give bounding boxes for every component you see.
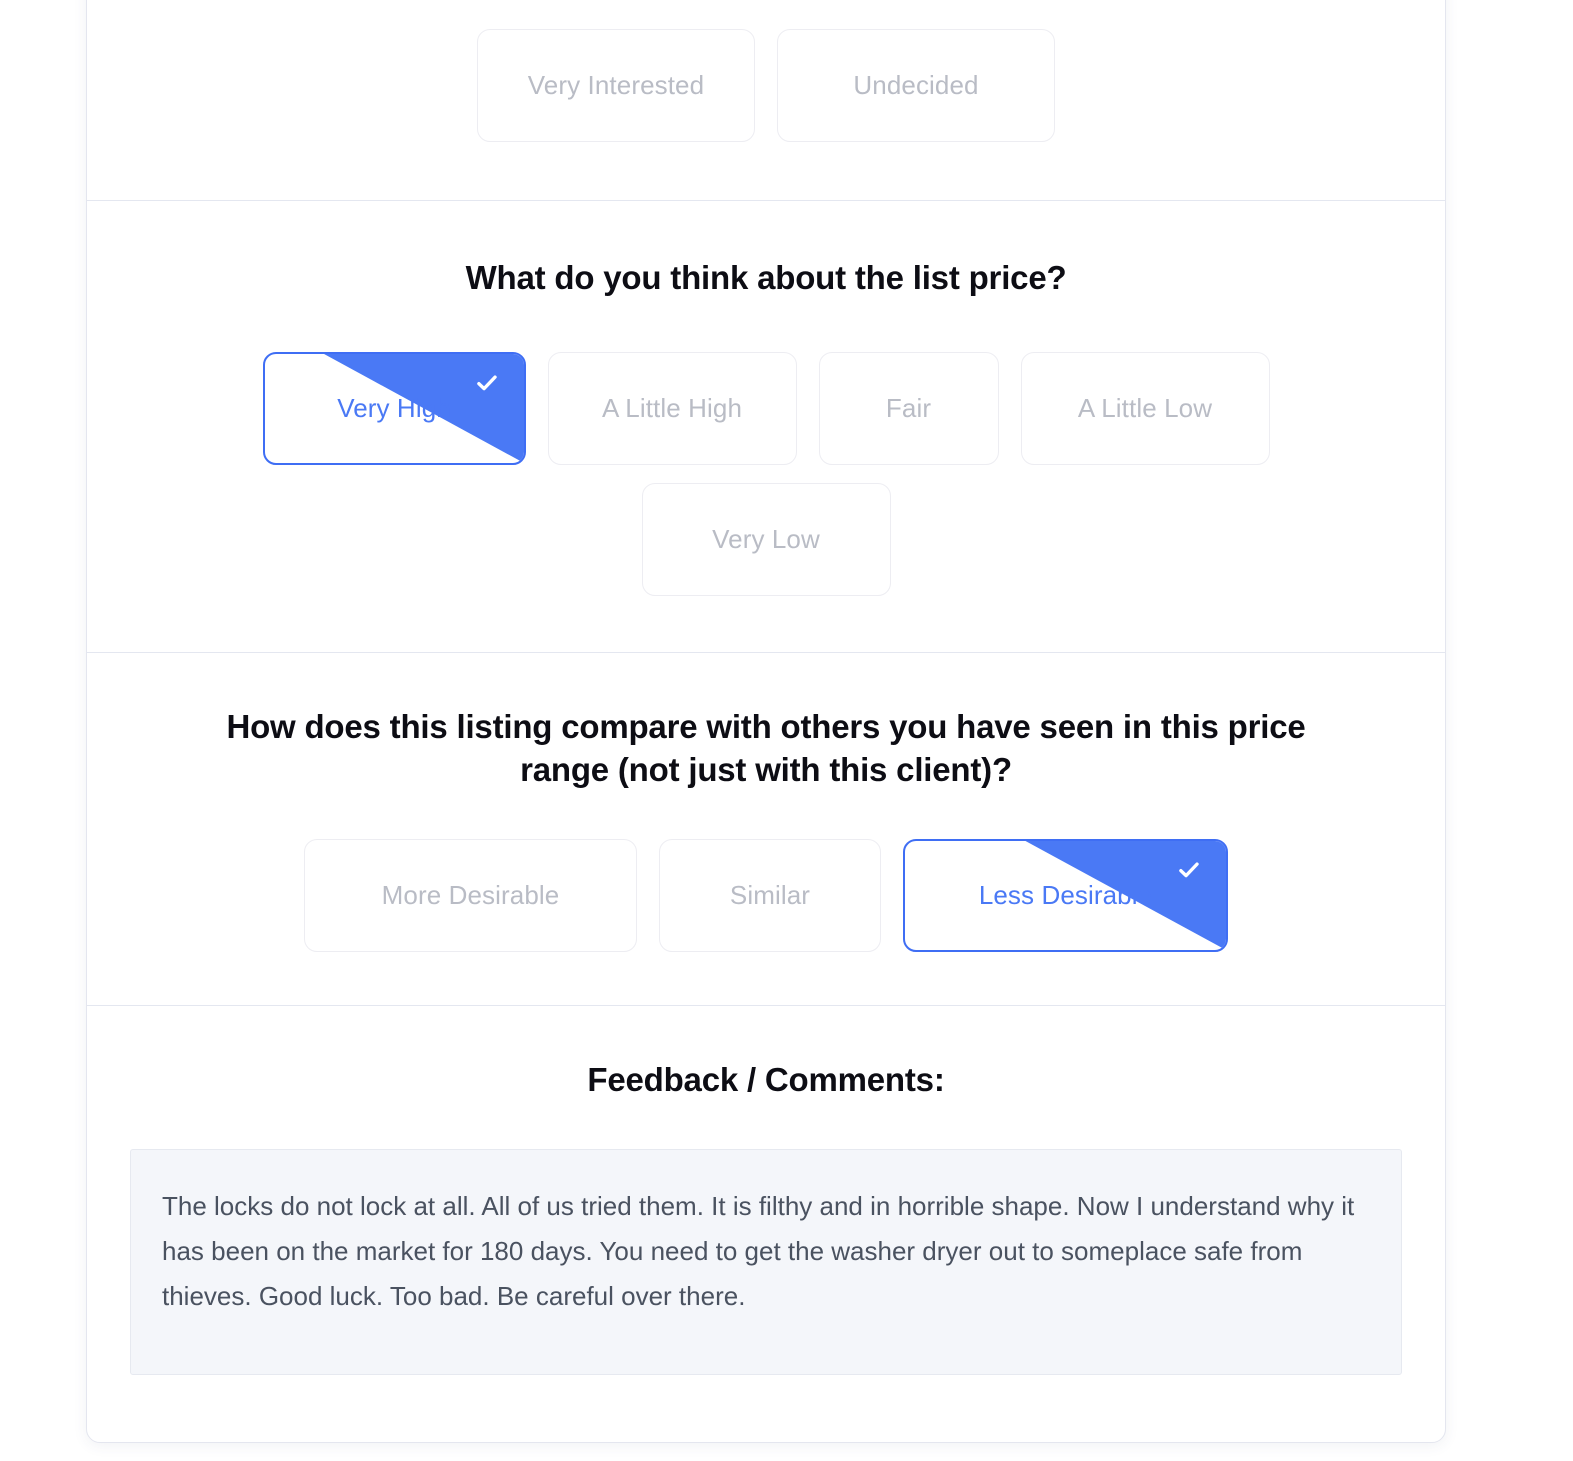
option-less-desirable[interactable]: Less Desirable (903, 838, 1228, 952)
option-label: More Desirable (381, 879, 560, 910)
check-icon (476, 375, 497, 390)
option-very-high[interactable]: Very High (262, 351, 526, 465)
option-label: Very Interested (527, 70, 705, 100)
feedback-comment-text: The locks do not lock at all. All of us … (162, 1191, 1362, 1311)
option-label: Very Low (712, 523, 820, 554)
interest-option-group: Very Interested Undecided (87, 0, 1445, 142)
option-more-desirable[interactable]: More Desirable (304, 838, 637, 952)
comparison-option-group: More Desirable Similar Less Desirable (87, 838, 1445, 952)
option-undecided[interactable]: Undecided (777, 29, 1055, 142)
option-similar[interactable]: Similar (659, 838, 881, 952)
option-a-little-low[interactable]: A Little Low (1020, 351, 1270, 465)
option-fair[interactable]: Fair (818, 351, 999, 465)
feedback-heading: Feedback / Comments: (587, 1060, 945, 1098)
option-label: A Little High (601, 392, 743, 423)
section-interest-level: Very Interested Undecided (87, 0, 1445, 201)
feedback-comments-box[interactable]: The locks do not lock at all. All of us … (130, 1149, 1402, 1376)
option-label: Fair (885, 392, 932, 423)
option-label: Very High (337, 392, 451, 423)
option-label: Similar (729, 879, 811, 910)
option-very-low[interactable]: Very Low (641, 482, 891, 596)
option-very-interested[interactable]: Very Interested (477, 29, 755, 142)
question-title-list-price: What do you think about the list price? (465, 259, 1067, 296)
section-list-price: What do you think about the list price? … (87, 201, 1445, 653)
option-label: Undecided (853, 70, 979, 100)
section-feedback: Feedback / Comments: The locks do not lo… (87, 1006, 1445, 1443)
question-title-listing-comparison: How does this listing compare with other… (226, 707, 1306, 789)
survey-card: Very Interested Undecided What do you th… (86, 0, 1446, 1444)
option-label: Less Desirable (978, 879, 1153, 910)
list-price-option-group: Very High A Little High Fair A Little Lo… (206, 351, 1326, 596)
option-a-little-high[interactable]: A Little High (547, 351, 797, 465)
section-listing-comparison: How does this listing compare with other… (87, 653, 1445, 1006)
check-icon (1179, 862, 1199, 877)
option-label: A Little Low (1077, 392, 1213, 423)
